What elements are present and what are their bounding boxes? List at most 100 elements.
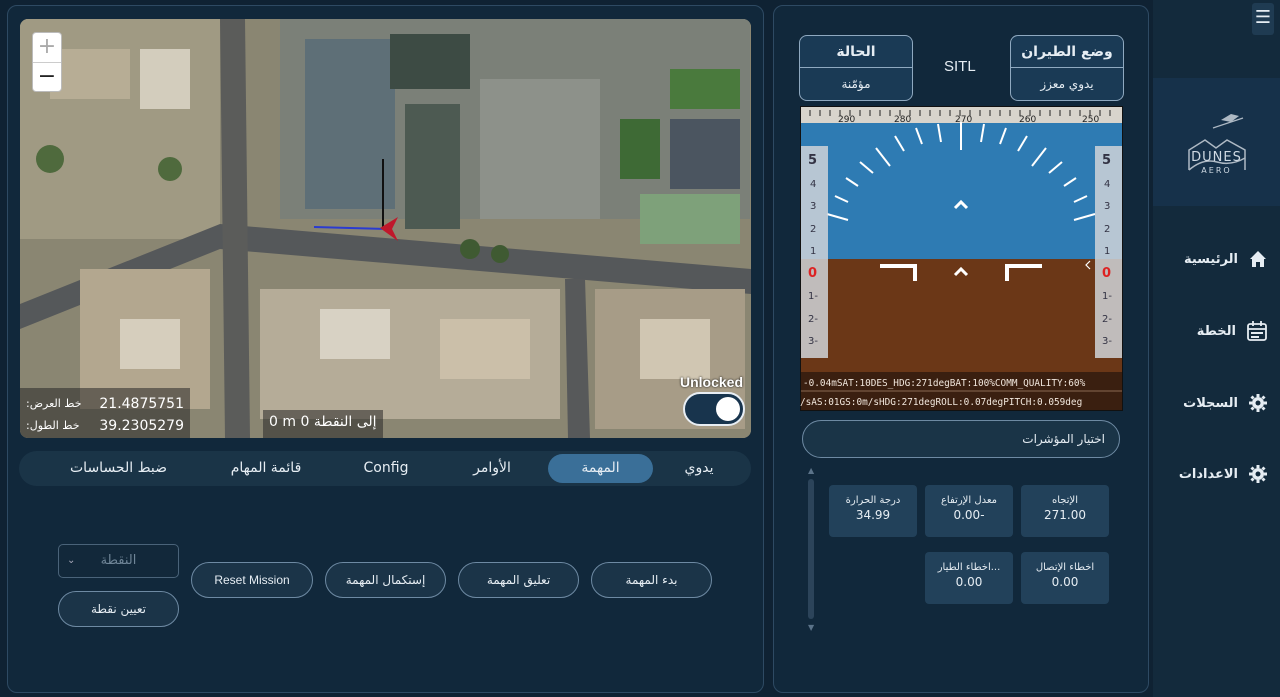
logo: DUNES AERO [1153, 78, 1280, 206]
satellite-map[interactable]: + − خط العرض: 21.4875751 خط الطول: 39.2305… [20, 19, 751, 438]
sidebar-item-settings[interactable]: الاعدادات [1179, 461, 1268, 487]
tab-sensor-calibration[interactable]: ضبط الحساسات [41, 454, 196, 483]
left-scale-label: 3 [810, 201, 816, 212]
metrics-selector[interactable]: اختيار المؤشرات [802, 420, 1120, 458]
resume-mission-button[interactable]: إستكمال المهمة [325, 562, 446, 598]
chevron-down-icon: ⌄ [67, 555, 76, 566]
sidebar-item-logs[interactable]: السجلات [1183, 390, 1268, 416]
scroll-thumb[interactable] [808, 479, 814, 619]
left-scale-label: 2- [808, 314, 818, 325]
left-scale-label: 1- [808, 291, 818, 302]
left-scale-label: 4 [810, 179, 816, 190]
sidebar-item-label: الرئيسية [1183, 251, 1238, 267]
attitude-indicator: 290 280 270 260 250 5 4 3 2 1 0 1- 2- 3-… [800, 106, 1123, 411]
hud-svg: 290 280 270 260 250 5 4 3 2 1 0 1- 2- 3-… [800, 106, 1123, 411]
start-mission-button[interactable]: بدء المهمة [591, 562, 712, 598]
metric-tile-climb-rate: معدل الإرتفاع 0.00- [925, 485, 1013, 537]
metrics-scrollbar[interactable]: ▲ ▼ [808, 466, 814, 651]
latitude-label: خط العرض: [26, 397, 82, 410]
metric-label: الإتجاه [1051, 495, 1078, 506]
left-scale-label: 5 [808, 153, 817, 168]
waypoint-select[interactable]: ⌄ النقطة [58, 544, 179, 578]
longitude-label: خط الطول: [26, 419, 80, 432]
tab-config[interactable]: Config [336, 454, 436, 483]
lock-label: Unlocked [679, 374, 743, 390]
metric-value: 0.00 [955, 575, 983, 589]
telemetry-panel: وضع الطيران يدوي معزز SITL الحالة مؤمّنة [773, 5, 1149, 693]
menu-icon[interactable]: ☰ [1252, 3, 1274, 35]
toggle-knob [716, 397, 740, 421]
heading-tick: 270 [955, 115, 972, 125]
right-scale-label: 5 [1102, 153, 1111, 168]
logo-main-text: DUNES [1191, 150, 1242, 165]
tab-manual[interactable]: يدوي [653, 454, 745, 483]
heading-tick: 250 [1082, 115, 1099, 125]
metric-tile-temperature: درجة الحرارة 34.99 [829, 485, 917, 537]
metric-tile-heading: الإتجاه 271.00 [1021, 485, 1109, 537]
right-scale-label: 4 [1104, 179, 1110, 190]
latitude-value: 21.4875751 [99, 396, 184, 412]
sidebar-item-plan[interactable]: الخطة [1197, 318, 1268, 344]
hud-ground [801, 259, 1122, 372]
right-scale-label: 1 [1104, 246, 1110, 257]
arm-state-box: الحالة مؤمّنة [799, 35, 913, 101]
sidebar-item-label: الاعدادات [1178, 466, 1238, 482]
longitude-value: 39.2305279 [99, 418, 184, 434]
coordinates-readout: خط العرض: 21.4875751 خط الطول: 39.2305279 [20, 388, 190, 438]
tab-commands[interactable]: الأوامر [436, 454, 548, 483]
zoom-in-button[interactable]: + [33, 33, 61, 63]
right-scale-label: 1- [1102, 291, 1112, 302]
left-scale-label: 1 [810, 246, 816, 257]
sidebar-item-label: السجلات [1183, 395, 1238, 411]
flight-mode-value: يدوي معزز [1040, 77, 1094, 91]
logo-sub-text: AERO [1201, 166, 1232, 175]
control-panel: + − خط العرض: 21.4875751 خط الطول: 39.2305… [7, 5, 764, 693]
right-scale-label: 2- [1102, 314, 1112, 325]
tab-mission[interactable]: المهمة [548, 454, 653, 483]
metric-tile-autopilot-errors: اخطاء الطيار... 0.00 [925, 552, 1013, 604]
scroll-up-icon[interactable]: ▲ [808, 466, 814, 475]
lock-toggle[interactable] [683, 392, 745, 426]
mode-tabs: يدوي المهمة الأوامر Config قائمة المهام … [19, 451, 751, 486]
hud-telemetry-line-1: -0.04mSAT:10DES_HDG:271degBAT:100%COMM_Q… [803, 378, 1086, 389]
calendar-icon [1247, 321, 1267, 341]
right-scale-label: 3- [1102, 336, 1112, 347]
metric-label: معدل الإرتفاع [940, 495, 998, 506]
right-scale-label: 0 [1102, 266, 1111, 281]
zoom-out-button[interactable]: − [33, 63, 61, 93]
set-waypoint-button[interactable]: تعيين نقطة [58, 591, 179, 627]
waypoint-placeholder: النقطة [100, 553, 137, 568]
heading-tick: 290 [838, 115, 855, 125]
app-root: + − خط العرض: 21.4875751 خط الطول: 39.2305… [0, 0, 1280, 697]
flight-mode-label: وضع الطيران [1011, 36, 1123, 68]
sidebar: ☰ DUNES AERO الرئيسية الخطة السجلات الاع [1153, 0, 1280, 697]
heading-tick: 260 [1019, 115, 1036, 125]
sidebar-item-home[interactable]: الرئيسية [1184, 246, 1268, 272]
metric-value: 271.00 [1044, 508, 1086, 522]
heading-tick: 280 [894, 115, 911, 125]
metric-tile-comm-errors: اخطاء الإتصال 0.00 [1021, 552, 1109, 604]
sim-label: SITL [944, 58, 976, 75]
left-scale-label: 3- [808, 336, 818, 347]
arm-state-label: الحالة [800, 36, 912, 68]
flight-mode-box[interactable]: وضع الطيران يدوي معزز [1010, 35, 1124, 101]
right-scale-label: 2 [1104, 224, 1110, 235]
metric-value: 0.00- [953, 508, 985, 522]
home-icon [1250, 251, 1266, 267]
right-scale-label: 3 [1104, 201, 1110, 212]
gear-icon [1249, 394, 1267, 412]
zoom-control: + − [32, 32, 62, 92]
scroll-down-icon[interactable]: ▼ [808, 623, 814, 632]
pause-mission-button[interactable]: تعليق المهمة [458, 562, 579, 598]
gear-icon [1249, 465, 1267, 483]
metric-label: درجة الحرارة [845, 495, 901, 506]
metric-value: 34.99 [855, 508, 891, 522]
tab-task-list[interactable]: قائمة المهام [196, 454, 336, 483]
left-scale-label: 2 [810, 224, 816, 235]
arm-state-value: مؤمّنة [841, 77, 871, 91]
distance-readout: 0 m إلى النقطة 0 [263, 410, 383, 438]
map-imagery [20, 19, 751, 438]
hud-telemetry-line-2: /sAS:01GS:0m/sHDG:271degROLL:0.07degPITC… [800, 397, 1082, 408]
reset-mission-button[interactable]: Reset Mission [191, 562, 313, 598]
sidebar-item-label: الخطة [1196, 323, 1236, 339]
